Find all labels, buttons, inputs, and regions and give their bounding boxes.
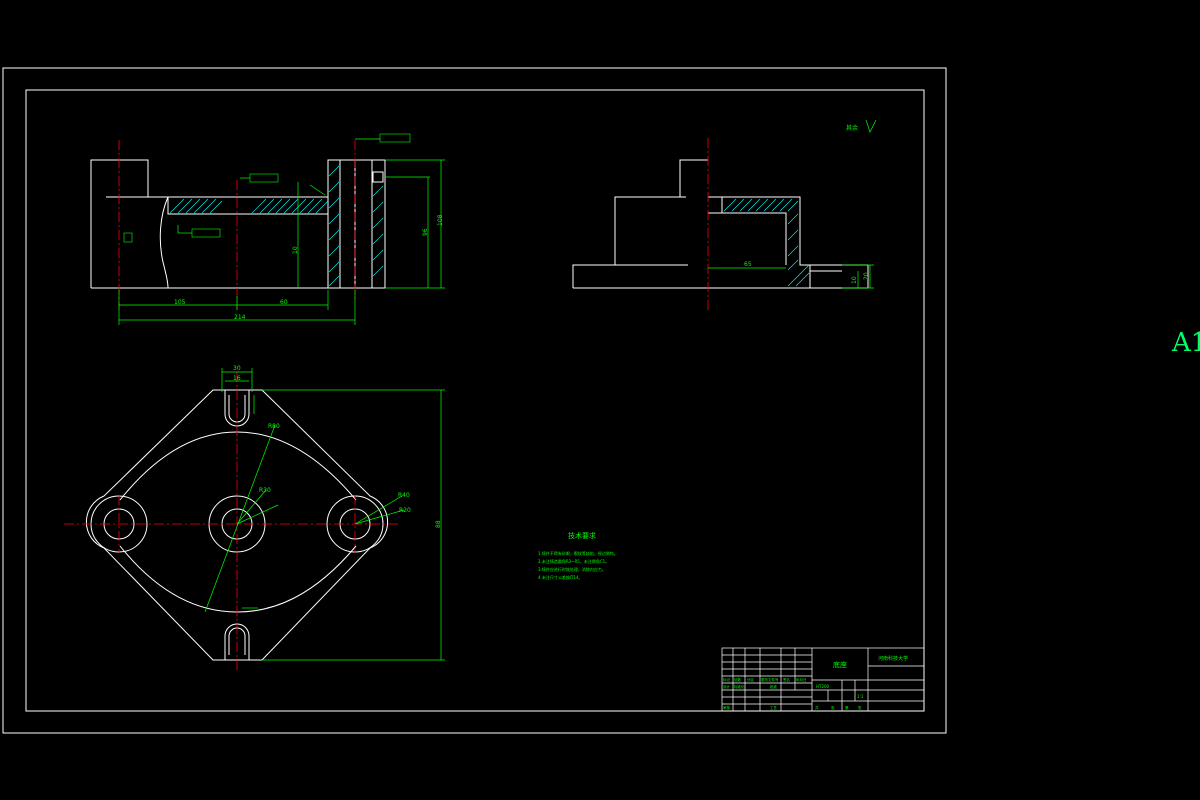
title-row-label-2: 处数	[734, 677, 742, 682]
dim-side-h2: 20	[863, 272, 870, 280]
title-row-label-6: 年月日	[796, 677, 807, 682]
title-review-label: 审核	[723, 705, 731, 710]
dim-plan-radius-c: R40	[398, 492, 410, 499]
title-standard-label: 标准化	[734, 684, 745, 689]
dim-side-h1: 10	[851, 276, 858, 284]
title-scale: 1:1	[857, 694, 864, 699]
dim-front-height: 108	[437, 214, 444, 226]
title-row-label-4: 更改文件号	[761, 677, 779, 682]
notes-title: 技术要求	[568, 531, 596, 540]
dim-front-len-total: 214	[234, 314, 246, 321]
notes-line-4: 4.未注尺寸公差按IT14。	[538, 574, 583, 580]
title-footer-4: 张	[858, 705, 862, 710]
title-material: HT200	[816, 684, 830, 689]
technical-requirements: 技术要求 1.铸件不得有砂眼、裂纹等缺陷，锐边倒钝。 2.未注铸造圆角R3~R5…	[538, 531, 618, 580]
outer-border	[2, 67, 947, 734]
side-section-view: 65 10 20 其余	[572, 119, 877, 310]
dim-front-len-b: 60	[280, 299, 288, 306]
surface-roughness-note: 其余	[846, 124, 858, 132]
dim-plan-slot: 16	[233, 375, 241, 382]
title-footer-1: 共	[815, 705, 819, 710]
title-approve-label: 批准	[770, 684, 778, 689]
title-block: 底座 河南科技大学 1:1 HT200 标记 处数 分区 更改文件号 签名 年月…	[721, 647, 925, 712]
sheet-frame	[2, 67, 947, 734]
notes-line-1: 1.铸件不得有砂眼、裂纹等缺陷，锐边倒钝。	[538, 550, 618, 556]
title-row-label-5: 签名	[783, 677, 790, 682]
dim-plan-height: 88	[435, 520, 442, 528]
dim-side-len: 65	[744, 261, 752, 268]
dim-plan-radius-a: R80	[268, 423, 280, 430]
title-process-label: 工艺	[770, 705, 778, 710]
inner-border	[25, 89, 925, 712]
dim-plan-width-top: 30	[233, 365, 241, 372]
dim-plan-radius-b: R30	[259, 487, 271, 494]
title-row-label-1: 标记	[723, 677, 731, 682]
cad-drawing-canvas: 105 60 214 108 96 10 65 10 20 其余 30 16 8…	[2, 67, 947, 734]
front-section-view: 105 60 214 108 96 10	[90, 133, 445, 325]
dim-front-height-c: 10	[292, 246, 299, 254]
title-part-name: 底座	[833, 660, 847, 669]
sheet-size-label: A1	[1172, 328, 1200, 358]
dim-front-height-b: 96	[422, 228, 429, 236]
title-school: 河南科技大学	[878, 655, 908, 662]
dim-plan-radius-d: R20	[399, 507, 411, 514]
title-footer-3: 第	[845, 705, 849, 710]
notes-line-2: 2.未注铸造圆角R3~R5，未注倒角C1。	[538, 558, 609, 564]
title-design-label: 设计	[723, 684, 731, 689]
notes-line-3: 3.铸件应进行时效处理，消除内应力。	[538, 566, 606, 572]
plan-view: 30 16 88 R80 R30 R40 R20	[64, 365, 445, 672]
title-footer-2: 张	[831, 705, 835, 710]
dim-front-len-a: 105	[174, 299, 186, 306]
title-row-label-3: 分区	[747, 677, 755, 682]
